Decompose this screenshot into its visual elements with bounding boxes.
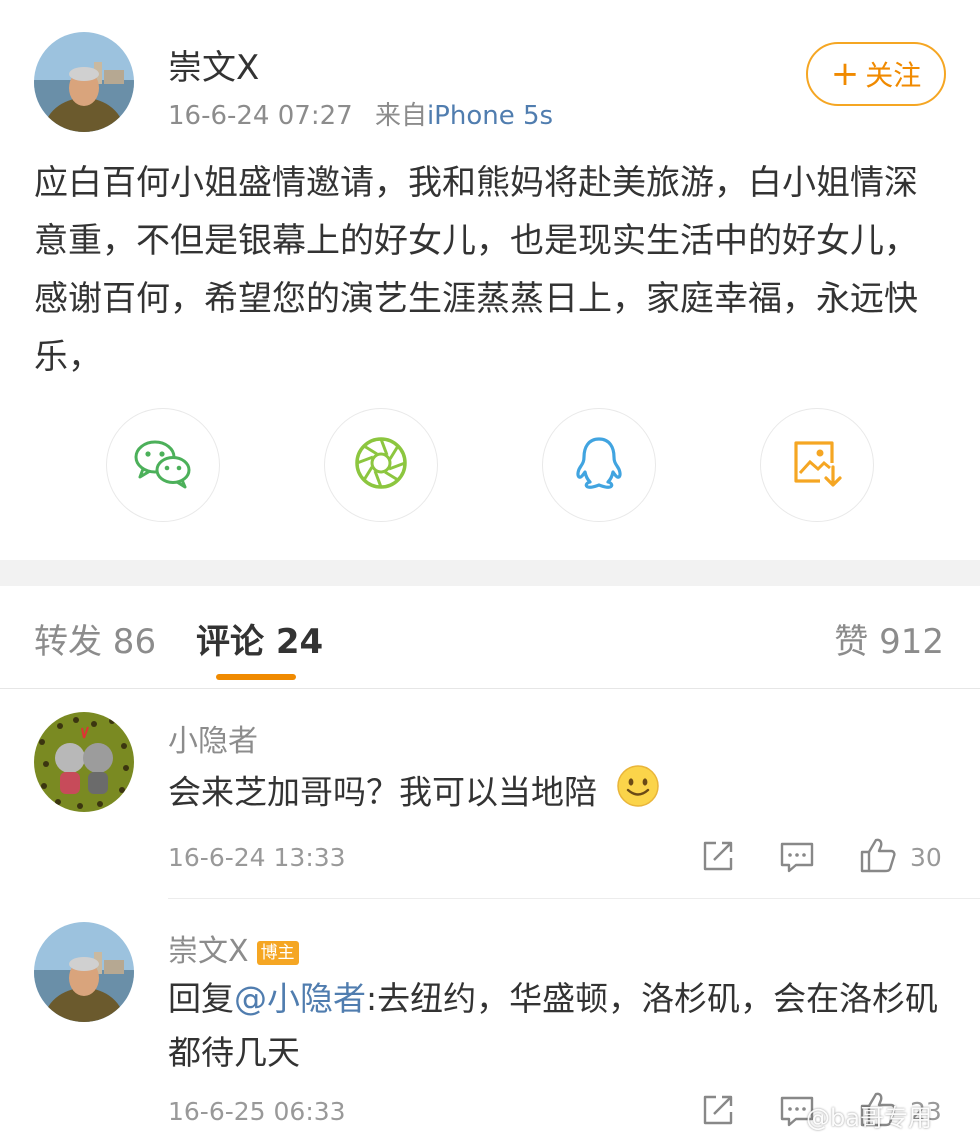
comment-text: 会来芝加哥吗？我可以当地陪 xyxy=(168,764,928,824)
follow-button[interactable]: + 关注 xyxy=(806,42,946,106)
save-image-icon xyxy=(790,437,844,493)
tab-likes[interactable]: 赞 912 xyxy=(834,614,944,663)
plus-icon: + xyxy=(830,54,860,94)
tab-active-indicator xyxy=(216,674,296,680)
moments-icon xyxy=(353,435,409,495)
post-body: 应白百何小姐盛情邀请，我和熊妈将赴美旅游，白小姐情深意重，不但是银幕上的好女儿，… xyxy=(34,163,918,377)
mention-link[interactable]: @小隐者 xyxy=(234,979,366,1018)
tab-reposts[interactable]: 转发 86 xyxy=(34,614,156,663)
repost-icon[interactable] xyxy=(700,1092,736,1128)
share-wechat-button[interactable] xyxy=(106,408,220,522)
commenter-avatar[interactable] xyxy=(34,712,134,812)
comment-icon[interactable] xyxy=(778,839,816,875)
post-device[interactable]: iPhone 5s xyxy=(427,101,553,131)
comment-text-content: 会来芝加哥吗？我可以当地陪 xyxy=(168,772,597,812)
like-icon[interactable] xyxy=(858,836,898,874)
follow-label: 关注 xyxy=(865,59,922,92)
reply-text: 回复@小隐者:去纽约，华盛顿，洛杉矶，会在洛杉矶都待几天 xyxy=(168,972,948,1080)
comment-username[interactable]: 小隐者 xyxy=(168,716,258,760)
post-time: 16-6-24 07:27 xyxy=(168,101,353,131)
smile-emoji-icon xyxy=(616,764,660,824)
comment-divider xyxy=(168,898,980,899)
author-reply-avatar[interactable] xyxy=(34,922,134,1022)
author-avatar[interactable] xyxy=(34,32,134,132)
watermark: @ba哥专用 xyxy=(806,1104,932,1132)
section-divider xyxy=(0,560,980,586)
reply-username: 崇文X 博主 xyxy=(168,926,299,970)
repost-icon[interactable] xyxy=(700,838,736,874)
blogger-badge: 博主 xyxy=(256,940,299,965)
tabs-divider xyxy=(0,688,980,689)
post-author-name[interactable]: 崇文X xyxy=(168,40,259,89)
post-meta: 16-6-24 07:27 来自iPhone 5s xyxy=(168,95,553,132)
post-source-prefix: 来自 xyxy=(374,101,427,131)
reply-prefix: 回复 xyxy=(168,979,234,1018)
share-qq-button[interactable] xyxy=(542,408,656,522)
reply-username-text[interactable]: 崇文X xyxy=(168,934,249,969)
reply-time: 16-6-25 06:33 xyxy=(168,1097,346,1126)
wechat-icon xyxy=(133,437,193,493)
share-moments-button[interactable] xyxy=(324,408,438,522)
save-image-button[interactable] xyxy=(760,408,874,522)
qq-icon xyxy=(574,435,624,495)
comment-time: 16-6-24 13:33 xyxy=(168,843,346,872)
tab-comments[interactable]: 评论 24 xyxy=(196,614,323,663)
like-count: 30 xyxy=(910,843,942,872)
